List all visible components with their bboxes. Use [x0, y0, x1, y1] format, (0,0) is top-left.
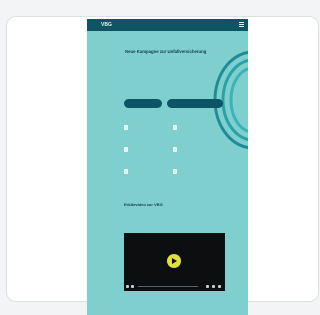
video-progress-bar[interactable]: [138, 286, 198, 287]
section-title: Erklärvideo zur VBG: [124, 202, 163, 207]
settings-icon[interactable]: [206, 285, 209, 288]
hero-secondary-button[interactable]: [167, 99, 223, 108]
stat-icon: [124, 169, 128, 174]
stat-icon: [173, 169, 177, 174]
preview-card: VBG Neue Kampagne zur Unfallversicherung: [6, 16, 319, 315]
stat-icon: [124, 147, 128, 152]
hamburger-menu-icon[interactable]: [239, 22, 244, 27]
stat-item: [124, 147, 154, 153]
stat-icon: [173, 147, 177, 152]
stat-icon: [124, 125, 128, 130]
stat-item: [124, 125, 154, 131]
top-navigation-bar: VBG: [87, 19, 248, 31]
play-icon[interactable]: [167, 254, 181, 268]
stat-item: [173, 169, 203, 175]
fullscreen-icon[interactable]: [218, 285, 221, 288]
stat-item: [173, 125, 203, 131]
stat-item: [173, 147, 203, 153]
stat-item: [124, 169, 154, 175]
captions-icon[interactable]: [212, 285, 215, 288]
video-controls[interactable]: [126, 285, 223, 288]
hero-primary-button[interactable]: [124, 99, 162, 108]
video-player[interactable]: [124, 233, 225, 291]
volume-icon[interactable]: [131, 285, 134, 288]
hero-headline: Neue Kampagne zur Unfallversicherung: [125, 49, 207, 54]
play-pause-icon[interactable]: [126, 285, 129, 288]
site-logo[interactable]: VBG: [101, 22, 112, 28]
stat-icon: [173, 125, 177, 130]
mobile-page-preview[interactable]: VBG Neue Kampagne zur Unfallversicherung: [87, 19, 248, 315]
